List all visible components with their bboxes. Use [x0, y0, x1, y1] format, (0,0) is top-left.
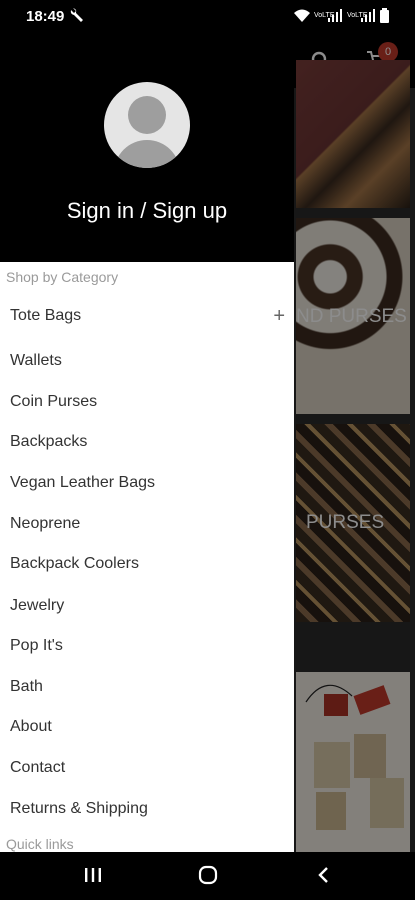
- menu-item-vegan-leather-bags[interactable]: Vegan Leather Bags: [10, 467, 285, 499]
- menu-item-bath[interactable]: Bath: [10, 671, 285, 703]
- quick-links-title: Quick links: [6, 836, 74, 852]
- system-nav-bar: [0, 852, 415, 900]
- status-bar: 18:49 VoLTE VoLTE: [0, 0, 415, 34]
- menu-item-label: Coin Purses: [10, 393, 98, 410]
- signal-icon-2: VoLTE: [347, 8, 375, 22]
- menu-item-label: About: [10, 718, 52, 735]
- menu-item-pop-its[interactable]: Pop It's: [10, 630, 285, 662]
- menu-item-about[interactable]: About: [10, 711, 285, 743]
- menu-item-label: Jewelry: [10, 597, 65, 614]
- menu-item-backpacks[interactable]: Backpacks: [10, 426, 285, 458]
- battery-icon: [380, 8, 389, 23]
- avatar-head: [128, 96, 166, 134]
- menu-item-label: Backpacks: [10, 433, 88, 450]
- menu-item-neoprene[interactable]: Neoprene: [10, 508, 285, 540]
- menu-item-returns-shipping[interactable]: Returns & Shipping: [10, 793, 285, 825]
- sign-in-link[interactable]: Sign in / Sign up: [0, 198, 294, 224]
- wifi-icon: [294, 9, 310, 22]
- menu-item-label: Wallets: [10, 352, 62, 369]
- avatar-icon[interactable]: [104, 82, 190, 168]
- drawer-header: Sign in / Sign up: [0, 34, 294, 262]
- menu-item-label: Pop It's: [10, 637, 63, 654]
- menu-item-tote-bags[interactable]: Tote Bags +: [10, 300, 285, 332]
- drawer-scrim[interactable]: [294, 34, 415, 852]
- signal-icon: VoLTE: [314, 8, 342, 22]
- menu-item-coin-purses[interactable]: Coin Purses: [10, 386, 285, 418]
- menu-item-label: Backpack Coolers: [10, 555, 139, 572]
- wrench-icon: [70, 8, 83, 22]
- menu-item-label: Neoprene: [10, 515, 81, 532]
- menu-item-jewelry[interactable]: Jewelry: [10, 590, 285, 622]
- menu-item-label: Vegan Leather Bags: [10, 474, 156, 491]
- home-icon[interactable]: [198, 864, 220, 886]
- menu-item-contact[interactable]: Contact: [10, 752, 285, 784]
- status-icons: VoLTE VoLTE: [293, 8, 389, 23]
- recent-apps-icon[interactable]: [84, 864, 102, 886]
- svg-text:VoLTE: VoLTE: [314, 12, 335, 19]
- back-icon[interactable]: [316, 864, 332, 886]
- status-time: 18:49: [26, 8, 65, 25]
- menu-item-label: Contact: [10, 759, 66, 776]
- menu-item-label: Tote Bags: [10, 307, 82, 324]
- section-title: Shop by Category: [6, 269, 119, 285]
- menu-item-wallets[interactable]: Wallets: [10, 345, 285, 377]
- navigation-drawer: Sign in / Sign up Shop by Category Tote …: [0, 34, 294, 852]
- menu-item-label: Returns & Shipping: [10, 800, 148, 817]
- avatar-body: [114, 140, 180, 168]
- expand-plus-icon[interactable]: +: [273, 300, 285, 332]
- svg-text:VoLTE: VoLTE: [347, 12, 368, 19]
- menu-item-backpack-coolers[interactable]: Backpack Coolers: [10, 548, 285, 580]
- menu-item-label: Bath: [10, 678, 43, 695]
